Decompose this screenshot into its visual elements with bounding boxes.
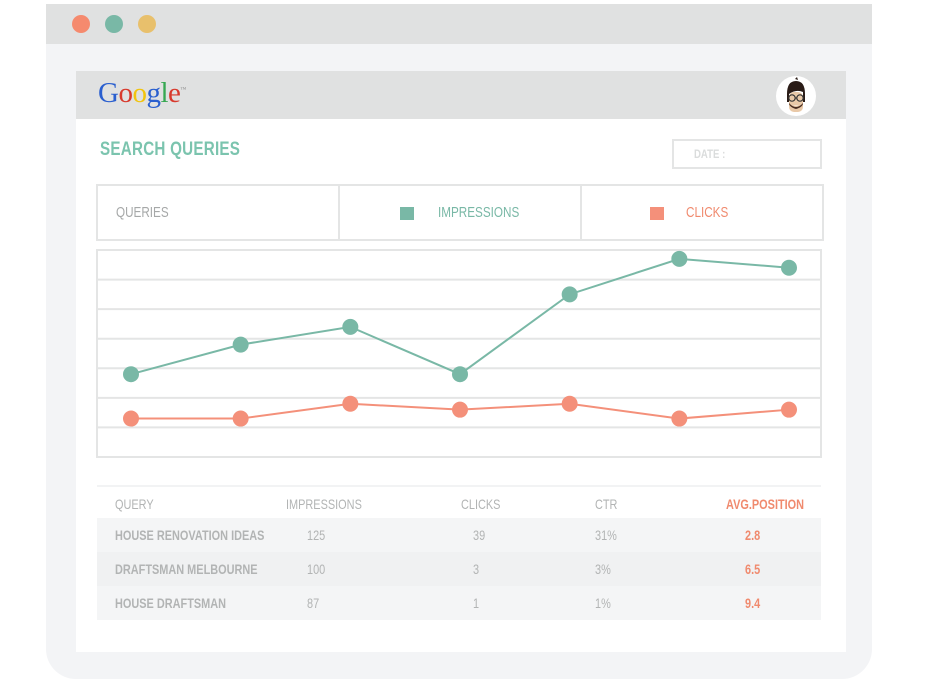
clicks-point[interactable] (123, 410, 139, 427)
user-avatar[interactable] (776, 76, 816, 116)
trademark: ™ (180, 87, 186, 93)
clicks-swatch-icon (650, 207, 664, 220)
cell-clicks: 39 (473, 527, 486, 543)
impressions-point[interactable] (452, 366, 468, 383)
impressions-point[interactable] (342, 318, 359, 335)
impressions-line (130, 257, 790, 376)
cell-query: DRAFTSMAN MELBOURNE (115, 561, 258, 577)
chart-legend: QUERIES IMPRESSIONS CLICKS (96, 184, 824, 241)
cell-ctr: 3% (595, 561, 611, 577)
cell-impressions: 125 (307, 527, 326, 543)
cell-impressions: 87 (307, 595, 320, 611)
clicks-point[interactable] (561, 395, 578, 412)
impressions-point[interactable] (671, 250, 688, 267)
header-clicks[interactable]: CLICKS (461, 496, 500, 512)
legend-clicks[interactable]: CLICKS (582, 186, 822, 239)
close-window-button[interactable] (72, 15, 90, 33)
clicks-point[interactable] (781, 401, 797, 418)
browser-window: Google™ SEARCH QUERIES DATE : QUERIES IM… (46, 4, 872, 679)
impressions-point[interactable] (561, 286, 578, 303)
cell-avg-position: 9.4 (745, 595, 761, 611)
date-input[interactable]: DATE : (672, 139, 822, 169)
logo-letter: o (118, 77, 133, 109)
logo-letter: G (98, 77, 119, 109)
page-title: SEARCH QUERIES (100, 139, 241, 160)
logo-letter: l (160, 77, 169, 109)
cell-impressions: 100 (307, 561, 326, 577)
cell-clicks: 3 (473, 561, 480, 577)
header-query[interactable]: QUERY (115, 496, 154, 512)
table-row[interactable]: HOUSE DRAFTSMAN 87 1 1% 9.4 (97, 586, 821, 620)
date-label: DATE : (694, 147, 726, 161)
impressions-swatch-icon (400, 207, 414, 220)
content-panel: Google™ SEARCH QUERIES DATE : QUERIES IM… (76, 71, 846, 652)
legend-impressions[interactable]: IMPRESSIONS (340, 186, 582, 239)
header-ctr[interactable]: CTR (595, 496, 617, 512)
cell-avg-position: 2.8 (745, 527, 761, 543)
clicks-point[interactable] (671, 410, 688, 427)
impressions-point[interactable] (781, 259, 797, 276)
chart-svg (96, 249, 822, 458)
impressions-point[interactable] (123, 366, 139, 383)
clicks-point[interactable] (342, 395, 359, 412)
app-header: Google™ (76, 71, 846, 119)
cell-ctr: 31% (595, 527, 617, 543)
legend-queries-label: QUERIES (116, 204, 169, 221)
table-row[interactable]: DRAFTSMAN MELBOURNE 100 3 3% 6.5 (97, 552, 821, 586)
table-row[interactable]: HOUSE RENOVATION IDEAS 125 39 31% 2.8 (97, 518, 821, 552)
cell-ctr: 1% (595, 595, 611, 611)
clicks-point[interactable] (232, 410, 249, 427)
table-header-row: QUERY IMPRESSIONS CLICKS CTR AVG.POSITIO… (97, 485, 821, 518)
cell-clicks: 1 (473, 595, 480, 611)
header-impressions[interactable]: IMPRESSIONS (286, 496, 362, 512)
legend-impressions-label: IMPRESSIONS (438, 204, 520, 221)
clicks-point[interactable] (452, 401, 468, 418)
cell-query: HOUSE DRAFTSMAN (115, 595, 227, 611)
minimize-window-button[interactable] (105, 15, 123, 33)
avatar-face-icon (787, 77, 805, 112)
logo-letter: e (168, 77, 181, 109)
title-bar (46, 4, 872, 44)
cell-avg-position: 6.5 (745, 561, 761, 577)
google-logo[interactable]: Google™ (98, 77, 186, 110)
impressions-point[interactable] (232, 336, 249, 353)
queries-table: QUERY IMPRESSIONS CLICKS CTR AVG.POSITIO… (97, 485, 821, 620)
header-avg-position[interactable]: AVG.POSITION (726, 496, 804, 512)
line-chart (96, 249, 822, 458)
logo-letter: g (146, 77, 161, 109)
legend-queries[interactable]: QUERIES (98, 186, 340, 239)
maximize-window-button[interactable] (138, 15, 156, 33)
logo-letter: o (132, 77, 147, 109)
cell-query: HOUSE RENOVATION IDEAS (115, 527, 265, 543)
legend-clicks-label: CLICKS (686, 204, 729, 221)
